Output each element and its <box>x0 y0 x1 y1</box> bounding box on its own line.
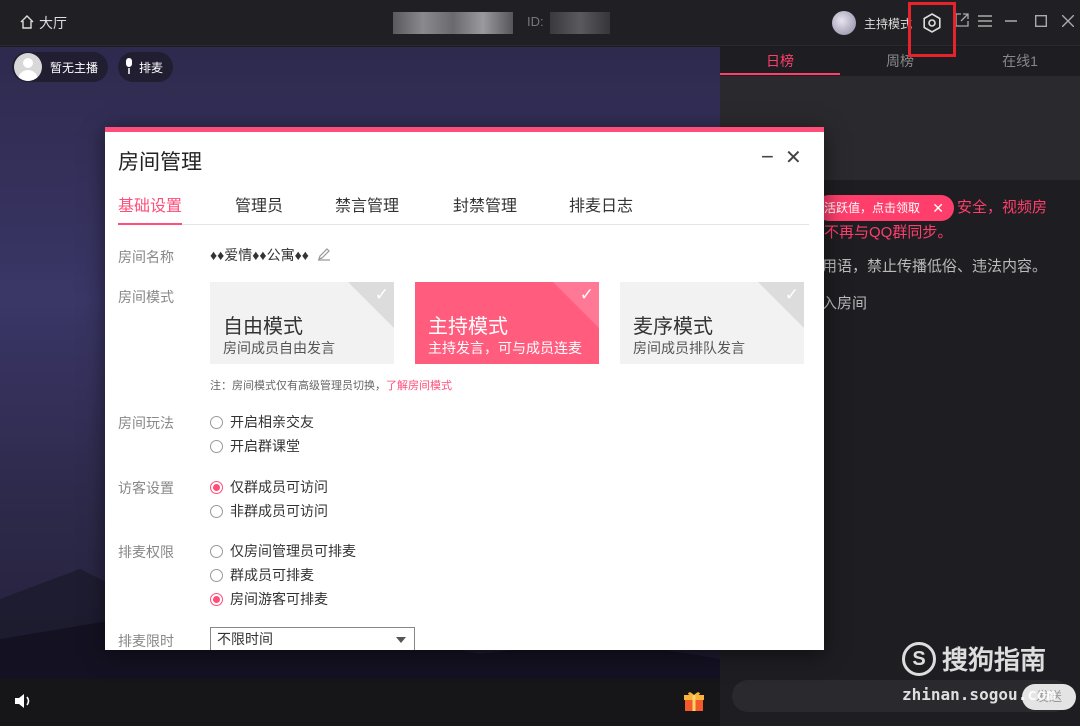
toast-close-icon[interactable]: ✕ <box>932 195 944 221</box>
mode-desc: 房间成员自由发言 <box>223 340 335 356</box>
chevron-down-icon <box>396 637 406 643</box>
tab-ban-management[interactable]: 封禁管理 <box>453 192 517 225</box>
bottom-bar <box>0 679 720 726</box>
queue-label: 排麦 <box>139 60 164 75</box>
tab-online[interactable]: 在线1 <box>960 47 1080 75</box>
tab-basic-settings[interactable]: 基础设置 <box>118 192 183 225</box>
visitor-label: 访客设置 <box>118 480 174 496</box>
mode-title: 麦序模式 <box>633 316 713 338</box>
notice-enter: 入房间 <box>822 295 868 312</box>
tab-admins[interactable]: 管理员 <box>235 192 283 225</box>
dialog-minimize-icon[interactable]: − <box>761 144 774 170</box>
edit-pencil-icon[interactable] <box>317 247 331 264</box>
menu-icon[interactable] <box>975 13 995 33</box>
mode-title: 自由模式 <box>223 316 303 338</box>
queue-perm-label: 排麦权限 <box>118 544 174 560</box>
gift-icon[interactable] <box>683 690 705 712</box>
radio-label: 非群成员可访问 <box>230 503 328 519</box>
mode-desc: 房间成员排队发言 <box>633 340 745 356</box>
select-value: 不限时间 <box>217 631 273 647</box>
watermark-url: zhinan.sogou.com <box>902 685 1057 704</box>
radio-admin-queue[interactable]: 仅房间管理员可排麦 <box>210 541 356 561</box>
radio-label: 开启相亲交友 <box>230 414 314 430</box>
room-name-blurred <box>393 12 513 34</box>
check-icon: ✓ <box>374 285 389 304</box>
room-play-label: 房间玩法 <box>118 415 174 431</box>
mode-note-text: 注：房间模式仅有高级管理员切换， <box>210 380 386 392</box>
radio-circle <box>210 568 223 582</box>
mode-title: 主持模式 <box>428 316 508 338</box>
lobby-label: 大厅 <box>39 15 67 31</box>
notice-line: 不再与QQ群同步。 <box>824 224 953 241</box>
radio-members-only[interactable]: 仅群成员可访问 <box>210 477 328 497</box>
room-mode-label: 主持模式 <box>864 17 913 31</box>
queue-time-label: 排麦限时 <box>118 633 174 649</box>
radio-non-members[interactable]: 非群成员可访问 <box>210 501 328 521</box>
radio-matchmaking[interactable]: 开启相亲交友 <box>210 412 314 432</box>
tab-mute-management[interactable]: 禁言管理 <box>335 192 399 225</box>
radio-label: 开启群课堂 <box>230 438 300 454</box>
volume-icon[interactable] <box>14 692 34 715</box>
activity-toast[interactable]: 活跃值，点击领取 ✕ <box>816 195 955 221</box>
room-name-text: ♦♦爱情♦♦公寓♦♦ <box>210 247 309 263</box>
radio-circle <box>210 415 223 429</box>
radio-guest-queue[interactable]: 房间游客可排麦 <box>210 589 328 609</box>
host-label: 暂无主播 <box>50 60 99 75</box>
radio-member-queue[interactable]: 群成员可排麦 <box>210 565 314 585</box>
close-icon[interactable] <box>1058 13 1078 33</box>
settings-gear-icon[interactable] <box>921 12 943 34</box>
microphone-icon <box>124 57 134 77</box>
radio-label: 群成员可排麦 <box>230 567 314 583</box>
mode-card-free[interactable]: ✓ 自由模式 房间成员自由发言 <box>210 282 394 364</box>
dialog-close-icon[interactable]: ✕ <box>785 145 802 170</box>
tab-queue-log[interactable]: 排麦日志 <box>569 192 633 225</box>
radio-classroom[interactable]: 开启群课堂 <box>210 436 300 456</box>
home-icon <box>20 14 34 32</box>
radio-circle <box>210 439 223 453</box>
tab-daily[interactable]: 日榜 <box>720 47 840 75</box>
room-name-label: 房间名称 <box>118 249 174 265</box>
mode-card-host[interactable]: ✓ 主持模式 主持发言，可与成员连麦 <box>415 282 599 364</box>
radio-circle <box>210 544 223 558</box>
maximize-icon[interactable] <box>1031 13 1051 33</box>
sogou-logo-icon: S <box>902 641 936 676</box>
dialog-title: 房间管理 <box>118 151 202 174</box>
queue-time-select[interactable]: 不限时间 <box>210 627 415 650</box>
mode-note: 注：房间模式仅有高级管理员切换，了解房间模式 <box>210 377 452 393</box>
room-mode-label: 房间模式 <box>118 289 174 305</box>
notice-rules: 用语，禁止传播低俗、违法内容。 <box>822 258 1048 275</box>
host-avatar-icon <box>14 53 42 81</box>
room-name-value: ♦♦爱情♦♦公寓♦♦ <box>210 245 331 265</box>
room-id-blurred <box>550 12 610 34</box>
radio-circle <box>210 504 223 518</box>
toast-text: 活跃值，点击领取 <box>824 201 921 215</box>
watermark-brand: 搜狗指南 <box>942 645 1047 675</box>
check-icon: ✓ <box>784 285 799 304</box>
radio-label: 仅群成员可访问 <box>230 479 328 495</box>
rank-tabs: 日榜 周榜 在线1 <box>720 47 1080 75</box>
mode-desc: 主持发言，可与成员连麦 <box>428 340 582 356</box>
learn-room-mode-link[interactable]: 了解房间模式 <box>386 380 452 392</box>
dialog-tabs: 基础设置 管理员 禁言管理 封禁管理 排麦日志 <box>118 190 809 225</box>
avatar[interactable] <box>832 11 856 35</box>
mode-card-queue[interactable]: ✓ 麦序模式 房间成员排队发言 <box>620 282 804 364</box>
room-management-dialog: 房间管理 − ✕ 基础设置 管理员 禁言管理 封禁管理 排麦日志 房间名称 ♦♦… <box>105 127 824 650</box>
radio-circle <box>210 480 223 494</box>
room-id-label: ID: <box>527 14 544 29</box>
watermark-logo: S 搜狗指南 <box>902 640 1046 677</box>
radio-label: 仅房间管理员可排麦 <box>230 543 356 559</box>
minimize-icon[interactable] <box>1001 13 1021 33</box>
radio-label: 房间游客可排麦 <box>230 591 328 607</box>
check-icon: ✓ <box>579 285 594 304</box>
lobby-button[interactable]: 大厅 <box>20 13 67 33</box>
queue-button[interactable]: 排麦 <box>118 52 174 82</box>
host-chip[interactable]: 暂无主播 <box>12 52 109 82</box>
radio-circle <box>210 592 223 606</box>
